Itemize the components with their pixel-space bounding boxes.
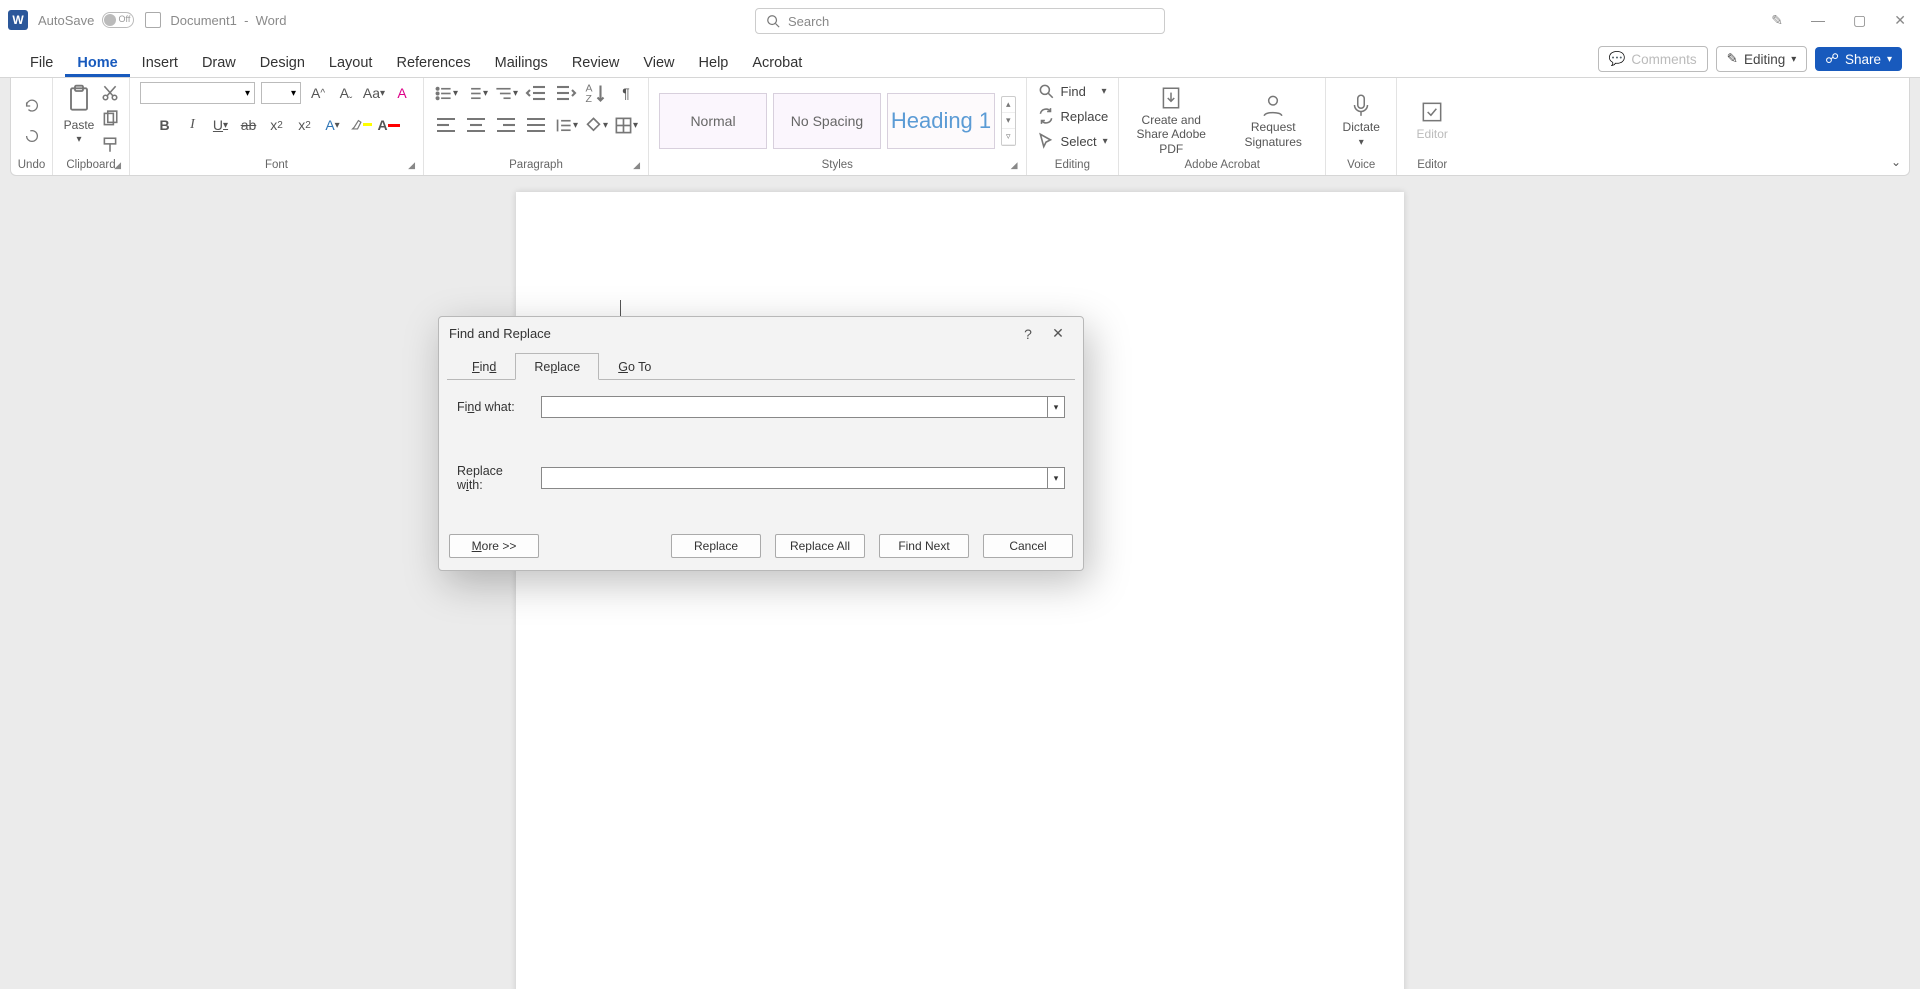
close-dialog-button[interactable]: ✕ bbox=[1043, 325, 1073, 342]
dialog-tabs: Find Replace Go To bbox=[453, 352, 1083, 379]
dialog-title: Find and Replace bbox=[449, 326, 1013, 341]
cancel-button[interactable]: Cancel bbox=[983, 534, 1073, 558]
find-next-button[interactable]: Find Next bbox=[879, 534, 969, 558]
dialog-body: Find what: ▾ Replace with: ▾ bbox=[447, 379, 1075, 528]
dialog-titlebar[interactable]: Find and Replace ? ✕ bbox=[439, 317, 1083, 348]
dialog-tab-find[interactable]: Find bbox=[453, 353, 515, 380]
find-what-input[interactable] bbox=[541, 396, 1047, 418]
find-what-label: Find what: bbox=[457, 400, 531, 414]
replace-all-button[interactable]: Replace All bbox=[775, 534, 865, 558]
find-what-dropdown[interactable]: ▾ bbox=[1047, 396, 1065, 418]
dialog-tab-goto[interactable]: Go To bbox=[599, 353, 670, 380]
replace-with-label: Replace with: bbox=[457, 464, 531, 492]
replace-with-input[interactable] bbox=[541, 467, 1047, 489]
dialog-tab-replace[interactable]: Replace bbox=[515, 353, 599, 380]
find-replace-dialog: Find and Replace ? ✕ Find Replace Go To … bbox=[438, 316, 1084, 571]
help-button[interactable]: ? bbox=[1013, 326, 1043, 342]
more-button[interactable]: More >> bbox=[449, 534, 539, 558]
modal-overlay: Find and Replace ? ✕ Find Replace Go To … bbox=[0, 0, 1920, 989]
replace-with-dropdown[interactable]: ▾ bbox=[1047, 467, 1065, 489]
replace-one-button[interactable]: Replace bbox=[671, 534, 761, 558]
